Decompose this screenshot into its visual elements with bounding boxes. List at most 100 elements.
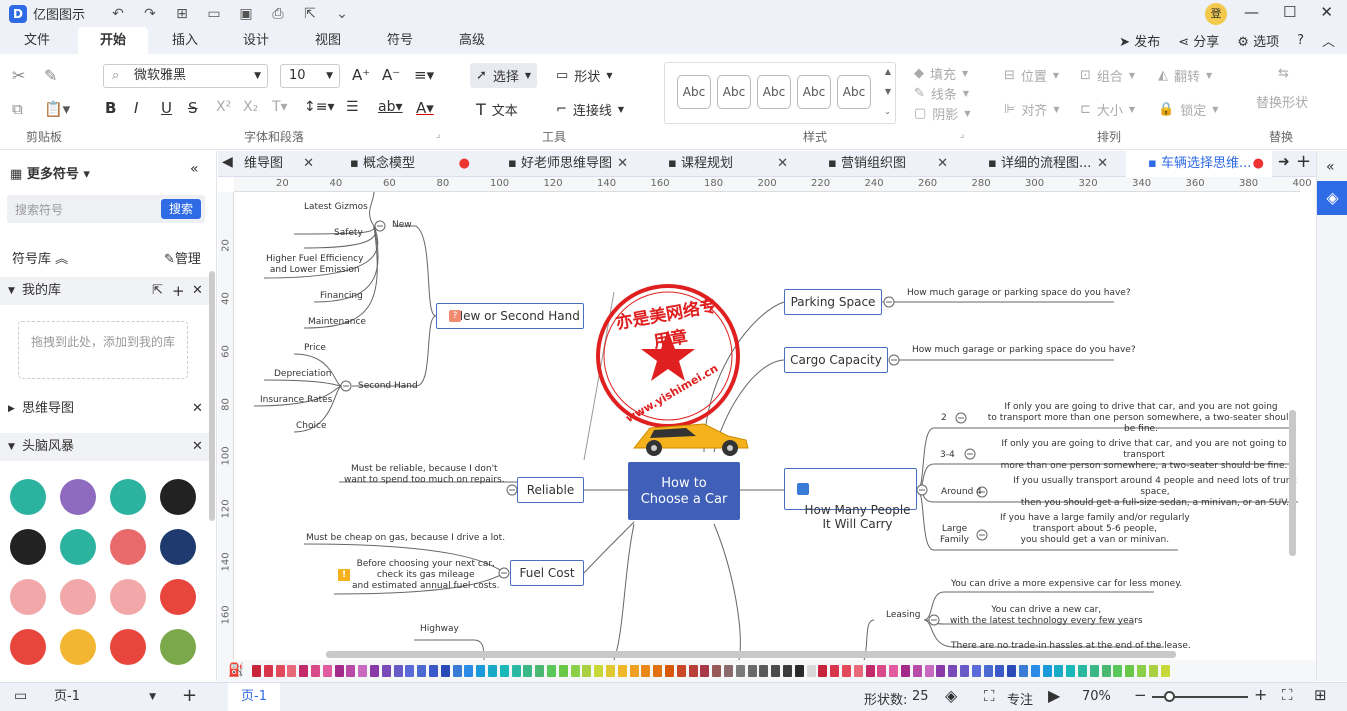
manage-button[interactable]: ✎管理	[164, 248, 201, 267]
people-key-around-4[interactable]: Around 4	[941, 487, 982, 498]
color-swatch[interactable]	[1160, 665, 1170, 677]
color-swatch[interactable]	[759, 665, 769, 677]
collapse-ribbon-icon[interactable]: ︿	[1322, 31, 1335, 50]
color-swatch[interactable]	[771, 665, 781, 677]
item-latest-gizmos[interactable]: Latest Gizmos	[304, 202, 368, 213]
sidebar-scrollbar[interactable]	[209, 271, 215, 521]
diagram-canvas[interactable]: 亦是美网络专用章 www.yishimei.cn How to Choose a…	[234, 192, 1300, 660]
subtopic-leasing[interactable]: Leasing	[886, 610, 921, 621]
brainstorm-library-header[interactable]: ▼ 头脑风暴 ✕	[0, 433, 209, 461]
color-swatch[interactable]	[724, 665, 733, 677]
color-swatch[interactable]	[889, 665, 899, 677]
tab-concept-model[interactable]: ▪ 概念模型 ●	[328, 151, 478, 177]
tabs-right-arrow-icon[interactable]: ➜	[1278, 154, 1290, 170]
subtopic-second-hand[interactable]: Second Hand	[358, 381, 418, 392]
color-swatch[interactable]	[322, 665, 332, 677]
color-swatch[interactable]	[252, 665, 261, 677]
menu-file[interactable]: 文件	[12, 27, 62, 54]
format-painter-icon[interactable]: ✎	[44, 66, 57, 85]
brain-head-icon[interactable]	[60, 479, 96, 515]
scroll-down-icon[interactable]: ▼	[885, 87, 891, 96]
note-parking[interactable]: How much garage or parking space do you …	[907, 288, 1131, 299]
color-swatch[interactable]	[971, 665, 981, 677]
color-swatch[interactable]	[924, 665, 934, 677]
bold-icon[interactable]: B	[105, 99, 116, 117]
people-note-2[interactable]: If only you are going to drive that car,…	[982, 402, 1300, 435]
color-swatch[interactable]	[452, 665, 462, 677]
brain-outline-icon[interactable]	[110, 579, 146, 615]
close-icon[interactable]: ✕	[937, 151, 948, 177]
leasing-item-2[interactable]: You can drive a new car, with the latest…	[950, 605, 1143, 627]
color-swatch[interactable]	[523, 665, 533, 677]
line-spacing-icon[interactable]: ↕≡▾	[304, 99, 335, 115]
color-swatch[interactable]	[499, 665, 509, 677]
style-option[interactable]: Abc	[677, 75, 711, 109]
color-swatch[interactable]	[594, 665, 604, 677]
color-swatch[interactable]	[1007, 665, 1017, 677]
color-swatch[interactable]	[511, 665, 521, 677]
italic-icon[interactable]: I	[134, 99, 138, 117]
color-swatch[interactable]	[1078, 665, 1087, 677]
redo-icon[interactable]: ↷	[141, 6, 159, 22]
collapse-sidebar-icon[interactable]: «	[190, 161, 199, 177]
color-swatch[interactable]	[806, 665, 816, 677]
item-fuel-efficiency[interactable]: Higher Fuel Efficiency and Lower Emissio…	[266, 254, 363, 276]
font-color-bg-icon[interactable]: ab▾	[378, 99, 403, 115]
close-icon[interactable]: ✕	[303, 151, 314, 177]
open-icon[interactable]: ▭	[205, 6, 223, 22]
expand-icon[interactable]: ⌟	[960, 130, 964, 140]
style-option[interactable]: Abc	[837, 75, 871, 109]
superscript-icon[interactable]: X²	[216, 99, 231, 115]
people-key-3-4[interactable]: 3-4	[940, 450, 955, 461]
menu-view[interactable]: 视图	[303, 27, 353, 54]
topic-cargo-capacity[interactable]: Cargo Capacity	[784, 347, 888, 373]
expand-gallery-icon[interactable]: ⌄	[884, 107, 891, 116]
zoom-in-icon[interactable]: +	[1254, 685, 1267, 704]
fullscreen-icon[interactable]: ⊞	[1314, 686, 1327, 704]
library-drop-zone[interactable]: 拖拽到此处，添加到我的库	[18, 321, 188, 379]
brain-flash-icon[interactable]	[160, 579, 196, 615]
vertical-scrollbar[interactable]	[1289, 410, 1296, 556]
group-button[interactable]: ⊡ 组合 ▼	[1080, 66, 1135, 85]
focus-icon[interactable]: ⛶	[984, 687, 995, 705]
color-swatch[interactable]	[606, 665, 615, 677]
topic-how-many-people[interactable]: How Many People It Will Carry	[784, 468, 917, 531]
color-swatch[interactable]	[1066, 665, 1076, 677]
color-swatch[interactable]	[1019, 665, 1028, 677]
brain-halves-icon[interactable]	[60, 579, 96, 615]
increase-font-icon[interactable]: A⁺	[352, 66, 370, 84]
fill-panel-icon[interactable]: ◈	[1317, 181, 1347, 215]
underline-icon[interactable]: U	[161, 99, 172, 117]
idea-head-icon[interactable]	[10, 479, 46, 515]
item-price[interactable]: Price	[304, 343, 326, 354]
page-select[interactable]: 页-1 ▼	[46, 687, 158, 707]
topic-parking-space[interactable]: Parking Space	[784, 289, 882, 315]
note-fuel-mileage[interactable]: Before choosing your next car, check its…	[352, 559, 499, 592]
page-layout-icon[interactable]: ▭	[14, 688, 27, 704]
fill-button[interactable]: ◆ 填充 ▼	[914, 64, 968, 83]
share-button[interactable]: ⋖ 分享	[1178, 31, 1219, 50]
color-swatch[interactable]	[1089, 665, 1099, 677]
save-icon[interactable]: ▣	[237, 6, 255, 22]
undo-icon[interactable]: ↶	[109, 6, 127, 22]
style-option[interactable]: Abc	[757, 75, 791, 109]
text-tool-button[interactable]: T 文本	[476, 100, 518, 119]
topic-new-second-hand[interactable]: ? New or Second Hand	[436, 303, 584, 329]
font-color-icon[interactable]: A▾	[416, 99, 434, 117]
maximize-icon[interactable]: ☐	[1283, 3, 1296, 21]
color-swatch[interactable]	[818, 665, 828, 677]
zoom-slider-thumb[interactable]	[1164, 691, 1175, 702]
color-swatch[interactable]	[653, 665, 663, 677]
tab-marketing-org[interactable]: ▪ 营销组织图 ✕	[806, 151, 956, 177]
color-swatch[interactable]	[735, 665, 745, 677]
expand-icon[interactable]: ⌟	[436, 130, 440, 140]
align-button[interactable]: ⊫ 对齐 ▼	[1004, 100, 1060, 119]
print-icon[interactable]: ⎙	[269, 6, 287, 22]
paint-bucket-icon[interactable]: ⛽	[228, 663, 244, 678]
color-swatch[interactable]	[488, 665, 497, 677]
study-head-icon[interactable]	[110, 529, 146, 565]
subscript-icon[interactable]: X₂	[243, 99, 258, 115]
replace-shape-button[interactable]: ⇆ 替换形状	[1256, 66, 1308, 111]
color-swatch[interactable]	[877, 665, 887, 677]
color-swatch[interactable]	[936, 665, 946, 677]
